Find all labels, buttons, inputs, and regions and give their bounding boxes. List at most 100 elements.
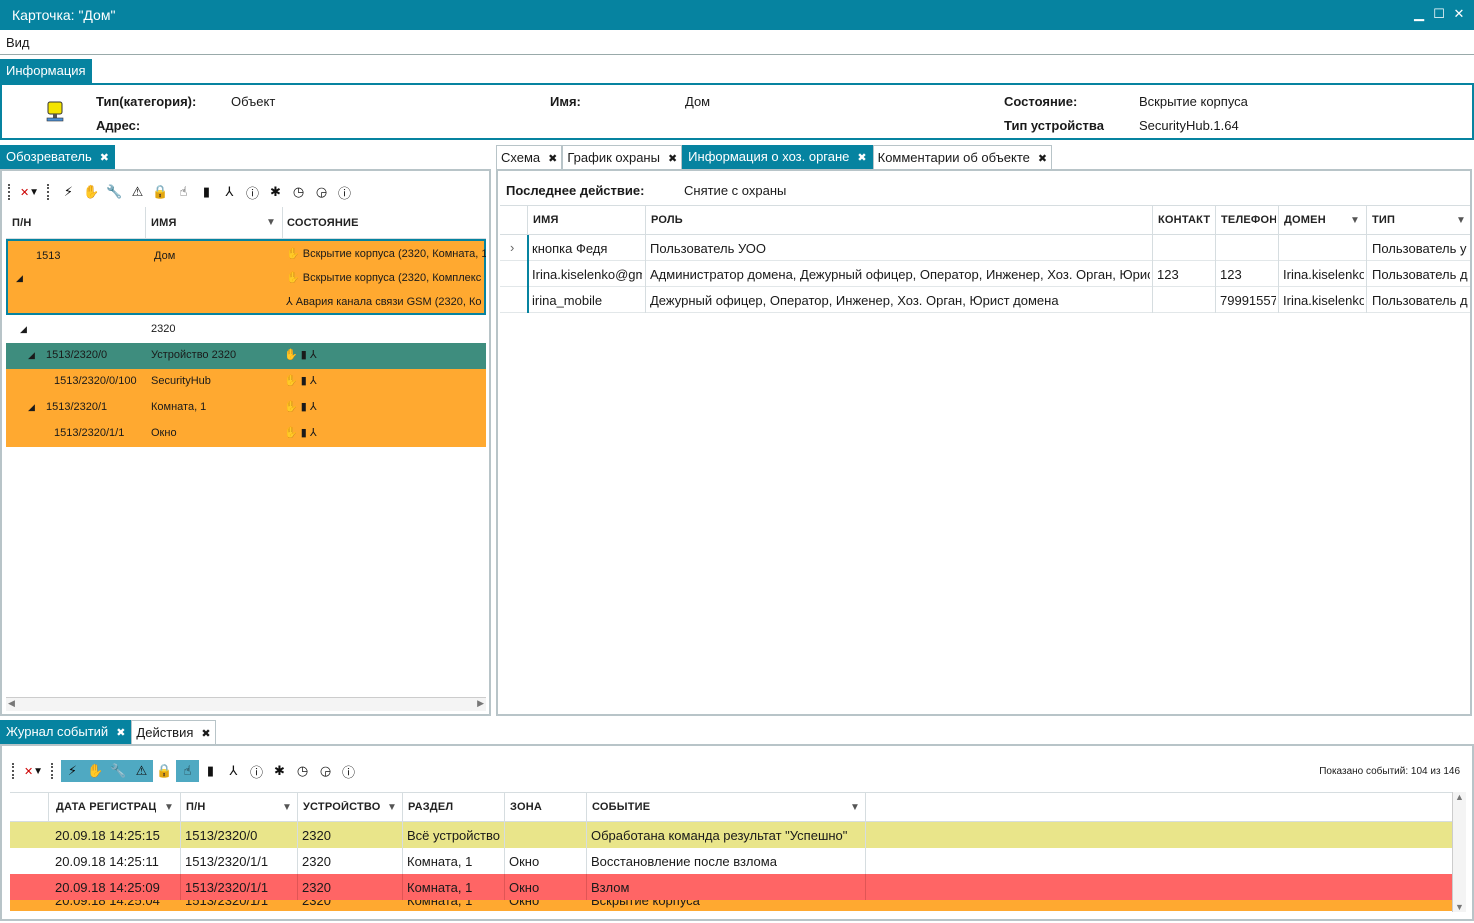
maximize-icon[interactable]: ☐ (1432, 6, 1446, 22)
tree-row[interactable]: 1513/2320/0/100 SecurityHub ✋ ▮ ⅄ (6, 369, 486, 395)
col-pn[interactable]: П/Н (12, 217, 32, 229)
explorer-header: П/Н ИМЯ ▼ СОСТОЯНИЕ (6, 207, 486, 239)
info-icon[interactable]: ⓘ (241, 181, 264, 203)
col-name[interactable]: ИМЯ (151, 217, 177, 229)
tree-root-row[interactable]: 1513 ◢ Дом ✋ Вскрытие корпуса (2320, Ком… (6, 239, 486, 315)
address-label: Адрес: (96, 118, 141, 133)
right-tabstrip: Схема ✖ График охраны ✖ Информация о хоз. … (496, 145, 1053, 169)
timer-alt-icon[interactable]: ◶ (310, 181, 333, 203)
filter-icon[interactable]: ▼ (850, 802, 860, 813)
hand-icon[interactable]: ✋ (80, 181, 103, 203)
hand-icon[interactable]: ✋ (84, 760, 107, 782)
scroll-right-icon[interactable]: ▶ (477, 698, 484, 709)
filter-icon[interactable]: ▼ (387, 802, 397, 813)
scroll-up-icon[interactable]: ▲ (1455, 792, 1464, 802)
collapse-icon[interactable]: ◢ (28, 350, 35, 361)
bug-icon[interactable]: ✱ (268, 760, 291, 782)
info-panel: Тип(категория): Объект Адрес: Имя: Дом С… (0, 83, 1474, 140)
filter-icon[interactable]: ▼ (282, 802, 292, 813)
tab-schema[interactable]: Схема ✖ (496, 145, 563, 169)
hand-icon: ✋ (286, 272, 300, 284)
scroll-down-icon[interactable]: ▼ (1455, 902, 1464, 912)
tab-owner-info[interactable]: Информация о хоз. органе ✖ (682, 145, 873, 169)
col-contact[interactable]: КОНТАКТ (1158, 214, 1210, 226)
filter-icon[interactable]: ▼ (164, 802, 174, 813)
close-icon[interactable]: ✕ (1452, 6, 1466, 22)
vertical-scrollbar[interactable]: ▲ ▼ (1452, 792, 1466, 912)
network-icon[interactable]: ⅄ (218, 181, 241, 203)
table-row[interactable]: 20.09.18 14:25:15 1513/2320/0 2320 Всё у… (10, 822, 1452, 848)
name-label: Имя: (550, 94, 581, 109)
tab-explorer[interactable]: Обозреватель ✖ (0, 145, 115, 169)
explorer-toolbar: ✕ ▼ ⚡ ✋ 🔧 ⚠ 🔒 ☝ ▮ ⅄ ⓘ ✱ ◷ ◶ ⓘ (8, 181, 356, 203)
type-value: Объект (231, 94, 276, 109)
filter-icon[interactable]: ▼ (266, 217, 276, 228)
timer-alt-icon[interactable]: ◶ (314, 760, 337, 782)
table-row[interactable]: › кнопка Федя Пользователь УОО Пользоват… (500, 235, 1470, 261)
col-device[interactable]: УСТРОЙСТВО (303, 801, 381, 813)
tab-actions[interactable]: Действия ✖ (131, 720, 216, 744)
warning-icon[interactable]: ⚠ (126, 181, 149, 203)
col-pn[interactable]: П/Н (186, 801, 206, 813)
lightning-icon[interactable]: ⚡ (57, 181, 80, 203)
lock-icon[interactable]: 🔒 (153, 760, 176, 782)
table-row[interactable]: 20.09.18 14:25:09 1513/2320/1/1 2320 Ком… (10, 874, 1452, 900)
collapse-icon[interactable]: ◢ (28, 402, 35, 413)
tree-row[interactable]: ◢ 2320 (6, 317, 486, 343)
timer-icon[interactable]: ◷ (291, 760, 314, 782)
battery-icon[interactable]: ▮ (199, 760, 222, 782)
table-row[interactable]: 20.09.18 14:25:11 1513/2320/1/1 2320 Ком… (10, 848, 1452, 874)
warning-icon[interactable]: ⚠ (130, 760, 153, 782)
bug-icon[interactable]: ✱ (264, 181, 287, 203)
col-phone[interactable]: ТЕЛЕФОН (1221, 214, 1276, 226)
state-icons: ✋ ▮ ⅄ (284, 375, 317, 387)
scroll-left-icon[interactable]: ◀ (8, 698, 15, 709)
minimize-icon[interactable]: ▁ (1412, 6, 1426, 22)
col-state[interactable]: СОСТОЯНИЕ (287, 217, 359, 229)
row-expand-icon[interactable]: › (510, 240, 514, 255)
toolbar-separator (47, 184, 53, 200)
horizontal-scrollbar[interactable]: ◀ ▶ (6, 697, 486, 711)
info-alt-icon[interactable]: ⓘ (337, 760, 360, 782)
lightning-icon[interactable]: ⚡ (61, 760, 84, 782)
filter-icon[interactable]: ▼ (1350, 215, 1360, 226)
state-icons: ✋ ▮ ⅄ (284, 401, 317, 413)
table-row[interactable]: 20.09.18 14:25:04 1513/2320/1/1 2320 Ком… (10, 900, 1452, 911)
col-type[interactable]: ТИП (1372, 214, 1395, 226)
col-event[interactable]: СОБЫТИЕ (592, 801, 650, 813)
timer-icon[interactable]: ◷ (287, 181, 310, 203)
col-zone[interactable]: ЗОНА (510, 801, 542, 813)
col-domain[interactable]: ДОМЕН (1284, 214, 1326, 226)
tab-comments[interactable]: Комментарии об объекте ✖ (872, 145, 1053, 169)
col-date[interactable]: ДАТА РЕГИСТРАЦИ (56, 801, 156, 813)
close-tab-icon[interactable]: ✖ (100, 146, 109, 170)
filter-icon[interactable]: ▼ (1456, 215, 1466, 226)
wrench-icon[interactable]: 🔧 (107, 760, 130, 782)
tab-journal[interactable]: Журнал событий ✖ (0, 720, 132, 744)
col-section[interactable]: РАЗДЕЛ (408, 801, 453, 813)
col-role[interactable]: РОЛЬ (651, 214, 683, 226)
window-titlebar: Карточка: "Дом" ▁ ☐ ✕ (0, 0, 1474, 30)
info-alt-icon[interactable]: ⓘ (333, 181, 356, 203)
tab-schedule[interactable]: График охраны ✖ (562, 145, 683, 169)
menu-view[interactable]: Вид (6, 35, 30, 50)
tab-info[interactable]: Информация (0, 59, 92, 83)
battery-icon[interactable]: ▮ (195, 181, 218, 203)
close-tab-icon: ✖ (857, 152, 867, 164)
collapse-icon[interactable]: ◢ (16, 273, 23, 284)
filter-clear-icon[interactable]: ✕ ▼ (18, 181, 41, 203)
lock-icon[interactable]: 🔒 (149, 181, 172, 203)
touch-icon[interactable]: ☝ (172, 181, 195, 203)
tree-row[interactable]: ◢ 1513/2320/1 Комната, 1 ✋ ▮ ⅄ (6, 395, 486, 421)
col-name[interactable]: ИМЯ (533, 214, 559, 226)
table-row[interactable]: Irina.kiselenko@gm Администратор домена,… (500, 261, 1470, 287)
tree-row[interactable]: 1513/2320/1/1 Окно ✋ ▮ ⅄ (6, 421, 486, 447)
touch-icon[interactable]: ☝ (176, 760, 199, 782)
network-icon[interactable]: ⅄ (222, 760, 245, 782)
collapse-icon[interactable]: ◢ (20, 324, 27, 335)
tree-row[interactable]: ◢ 1513/2320/0 Устройство 2320 ✋ ▮ ⅄ (6, 343, 486, 369)
table-row[interactable]: irina_mobile Дежурный офицер, Оператор, … (500, 287, 1470, 313)
filter-clear-icon[interactable]: ✕ ▼ (22, 760, 45, 782)
info-icon[interactable]: ⓘ (245, 760, 268, 782)
wrench-icon[interactable]: 🔧 (103, 181, 126, 203)
